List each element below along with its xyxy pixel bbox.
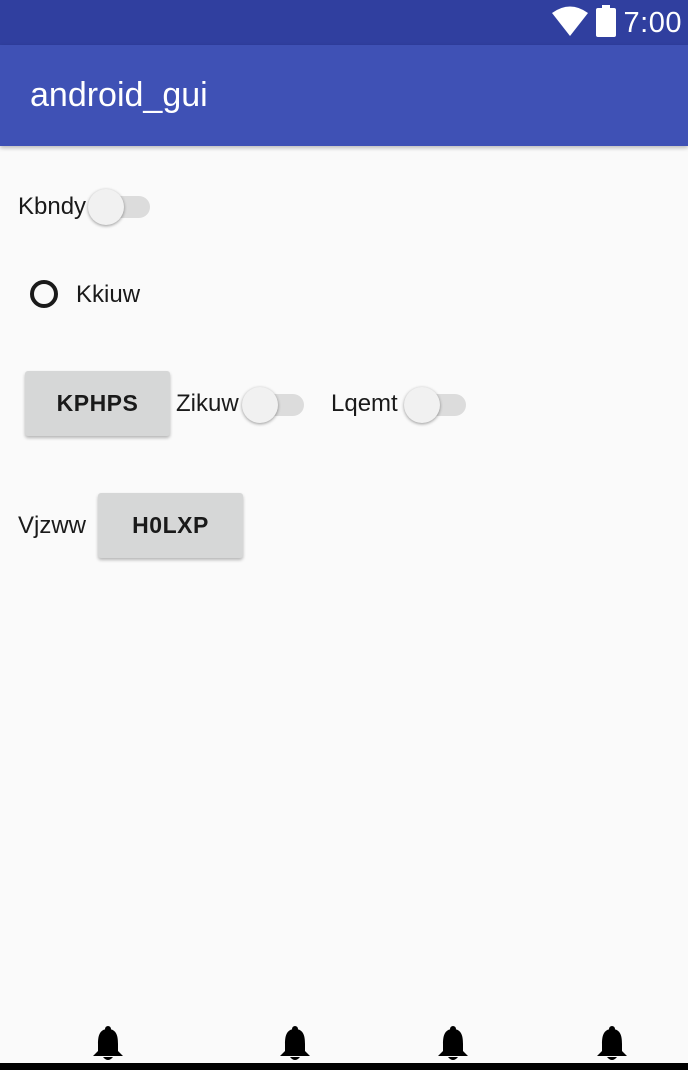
app-title: android_gui [30, 76, 208, 114]
switch-lqemt-label: Lqemt [331, 390, 398, 417]
bottom-bar [0, 1063, 688, 1070]
switch-lqemt[interactable] [404, 384, 466, 424]
status-time: 7:00 [623, 6, 682, 39]
vjzww-label: Vjzww [18, 512, 87, 539]
radio-kkiuw-label[interactable]: Kkiuw [76, 281, 140, 309]
switch-kbndy-label: Kbndy [18, 193, 87, 220]
bell-icon[interactable] [92, 1026, 124, 1062]
bell-icon[interactable] [437, 1026, 469, 1062]
status-bar: 7:00 [0, 0, 688, 45]
switch-zikuw[interactable] [242, 384, 304, 424]
status-icons: 7:00 [551, 4, 682, 42]
battery-icon [595, 4, 616, 42]
app-bar: android_gui [0, 45, 688, 146]
switch-thumb [404, 387, 440, 423]
switch-kbndy[interactable] [88, 186, 150, 226]
switch-thumb [242, 387, 278, 423]
switch-zikuw-label: Zikuw [176, 390, 239, 417]
h0lxp-button[interactable]: H0LXP [98, 493, 243, 558]
kphps-button[interactable]: KPHPS [25, 371, 170, 436]
radio-kkiuw[interactable] [30, 280, 58, 308]
bell-icon[interactable] [279, 1026, 311, 1062]
wifi-icon [551, 6, 588, 41]
bell-icon[interactable] [596, 1026, 628, 1062]
switch-thumb [88, 189, 124, 225]
